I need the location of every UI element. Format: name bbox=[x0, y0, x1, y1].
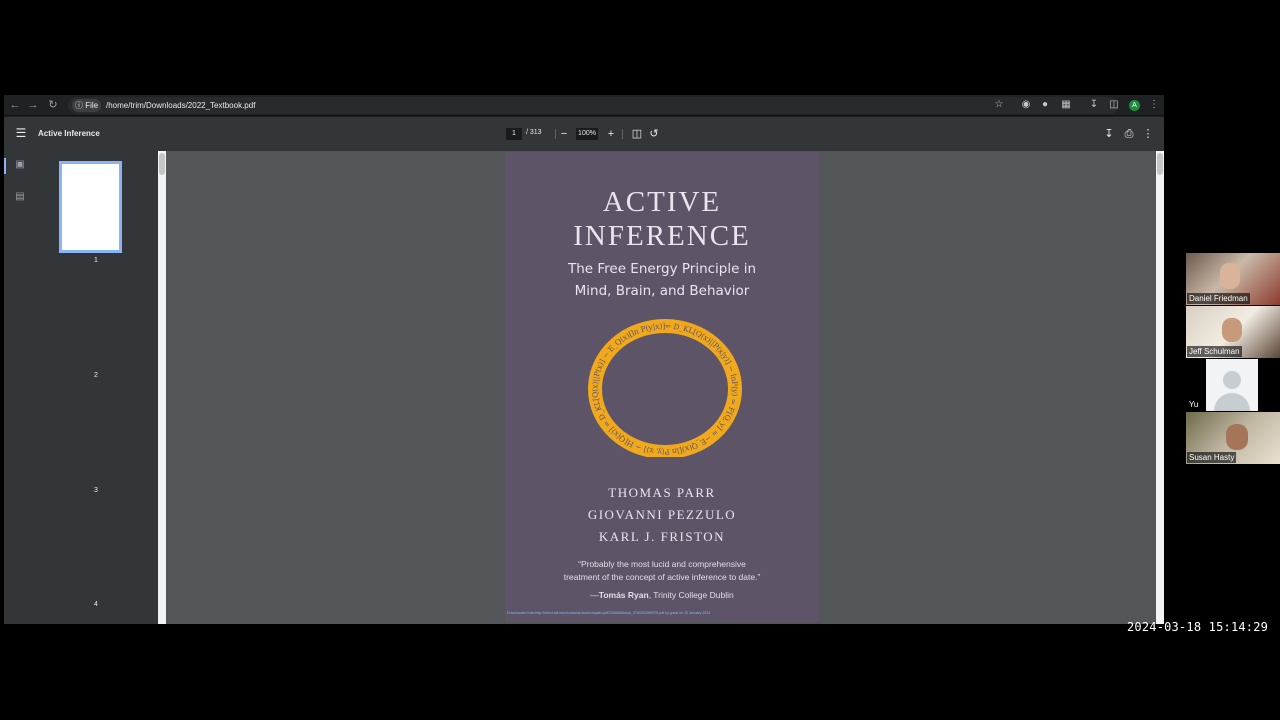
author-name: GIOVANNI PEZZULO bbox=[587, 507, 737, 522]
cover-subtitle-line1: The Free Energy Principle in bbox=[567, 261, 757, 277]
page-number-input[interactable]: 1 bbox=[506, 128, 522, 140]
fit-to-page-icon[interactable]: ◫ bbox=[630, 127, 644, 141]
thumbnail-page-number[interactable]: 2 bbox=[34, 372, 158, 379]
participant-avatar bbox=[1226, 424, 1248, 450]
side-panel-icon[interactable]: ◫ bbox=[1107, 98, 1121, 112]
incognito-glasses-icon[interactable]: ● bbox=[1038, 98, 1052, 112]
site-chip-label: File bbox=[85, 101, 99, 110]
zoom-out-icon[interactable]: − bbox=[557, 127, 571, 141]
viewer-scrollbar[interactable] bbox=[1156, 151, 1164, 624]
browser-menu-icon[interactable]: ⋮ bbox=[1147, 98, 1161, 112]
hamburger-menu-icon[interactable]: ☰ bbox=[14, 126, 28, 140]
browser-window: ← → ↻ ⓘ File /home/trim/Downloads/2022_T… bbox=[4, 95, 1164, 624]
sidebar-scrollbar-thumb[interactable] bbox=[159, 153, 165, 175]
reload-icon[interactable]: ↻ bbox=[46, 98, 60, 112]
forward-arrow-icon[interactable]: → bbox=[26, 98, 40, 112]
screen: ← → ↻ ⓘ File /home/trim/Downloads/2022_T… bbox=[0, 0, 1280, 720]
recording-timestamp: 2024-03-18 15:14:29 bbox=[1127, 620, 1269, 634]
document-title: Active Inference bbox=[38, 129, 100, 138]
cover-title-line2: INFERENCE bbox=[573, 220, 751, 252]
participant-tile[interactable]: Yu bbox=[1186, 359, 1280, 411]
extension-red-icon[interactable]: ◉ bbox=[1019, 98, 1033, 112]
sidebar-rail: ▣ ▤ bbox=[4, 151, 34, 624]
bookmark-star-icon[interactable]: ☆ bbox=[992, 98, 1006, 112]
quote-dash: — bbox=[590, 590, 599, 600]
cover-quote-line1: “Probably the most lucid and comprehensi… bbox=[578, 559, 746, 569]
cover-quote-line2: treatment of the concept of active infer… bbox=[563, 572, 761, 582]
thumbnail-page-number[interactable]: 3 bbox=[34, 487, 158, 494]
download-icon[interactable]: ↧ bbox=[1102, 127, 1116, 141]
page-thumbnail[interactable] bbox=[59, 161, 122, 253]
pdf-viewer[interactable]: ACTIVE INFERENCE The Free Energy Princip… bbox=[166, 151, 1156, 624]
quote-attribution: —Tomás Ryan, Trinity College Dublin bbox=[505, 590, 819, 600]
participant-name: Susan Hasty bbox=[1187, 452, 1237, 463]
cover-subtitle-line2: Mind, Brain, and Behavior bbox=[574, 283, 750, 299]
rotate-icon[interactable]: ↺ bbox=[647, 127, 661, 141]
omnibox[interactable]: ⓘ File /home/trim/Downloads/2022_Textboo… bbox=[68, 97, 1118, 114]
participant-avatar bbox=[1206, 359, 1258, 411]
quote-affiliation: , Trinity College Dublin bbox=[648, 590, 734, 600]
toolbar-divider bbox=[555, 129, 556, 139]
url-text[interactable]: /home/trim/Downloads/2022_Textbook.pdf bbox=[106, 100, 255, 111]
ring-formula-text: = D_KL[Q(x)||P(x|y)] − lnP(y) = F[Q, y] … bbox=[590, 321, 739, 456]
cover-title-line1: ACTIVE bbox=[602, 186, 722, 218]
downloads-icon[interactable]: ↧ bbox=[1087, 98, 1101, 112]
page-total: / 313 bbox=[526, 129, 542, 136]
download-footer-link[interactable]: Downloaded from http://direct.mit.edu/bo… bbox=[507, 611, 817, 615]
participant-avatar bbox=[1222, 318, 1242, 342]
pdf-toolbar: ☰ Active Inference 1 / 313 − 100% + ◫ ↺ … bbox=[4, 117, 1164, 151]
zoom-in-icon[interactable]: + bbox=[604, 127, 618, 141]
address-bar: ← → ↻ ⓘ File /home/trim/Downloads/2022_T… bbox=[4, 95, 1164, 116]
site-info-chip[interactable]: ⓘ File bbox=[72, 99, 102, 112]
participant-tile[interactable]: Jeff Schulman bbox=[1186, 306, 1280, 358]
active-indicator bbox=[4, 158, 6, 174]
viewer-scrollbar-thumb[interactable] bbox=[1157, 153, 1163, 175]
quote-author: Tomás Ryan bbox=[598, 590, 649, 600]
participant-name: Daniel Friedman bbox=[1187, 293, 1250, 304]
more-options-icon[interactable]: ⋮ bbox=[1141, 127, 1155, 141]
extensions-puzzle-icon[interactable]: ▦ bbox=[1059, 98, 1073, 112]
book-cover-page: ACTIVE INFERENCE The Free Energy Princip… bbox=[505, 152, 819, 622]
zoom-level-input[interactable]: 100% bbox=[576, 128, 598, 140]
participant-name: Yu bbox=[1187, 399, 1201, 410]
formula-ring-logo: = D_KL[Q(x)||P(x|y)] − lnP(y) = F[Q, y] … bbox=[588, 319, 742, 457]
sidebar-scrollbar[interactable] bbox=[158, 151, 166, 624]
toolbar-divider bbox=[622, 129, 623, 139]
print-icon[interactable]: ⎙ bbox=[1122, 127, 1136, 141]
back-arrow-icon[interactable]: ← bbox=[8, 98, 22, 112]
participant-tile[interactable]: Daniel Friedman bbox=[1186, 253, 1280, 305]
thumbnail-panel: 1 2 3 4 bbox=[34, 151, 158, 624]
thumbnail-page-number[interactable]: 4 bbox=[34, 601, 158, 608]
author-name: KARL J. FRISTON bbox=[598, 529, 726, 544]
participant-name: Jeff Schulman bbox=[1187, 346, 1242, 357]
participant-avatar bbox=[1220, 263, 1240, 289]
thumbnail-page-number: 1 bbox=[94, 257, 98, 264]
profile-avatar-icon[interactable]: A bbox=[1129, 100, 1140, 111]
thumbnails-icon[interactable]: ▣ bbox=[14, 159, 26, 171]
author-name: THOMAS PARR bbox=[608, 485, 716, 500]
info-icon: ⓘ bbox=[75, 101, 83, 110]
participant-tile[interactable]: Susan Hasty bbox=[1186, 412, 1280, 464]
outline-icon[interactable]: ▤ bbox=[14, 191, 26, 203]
